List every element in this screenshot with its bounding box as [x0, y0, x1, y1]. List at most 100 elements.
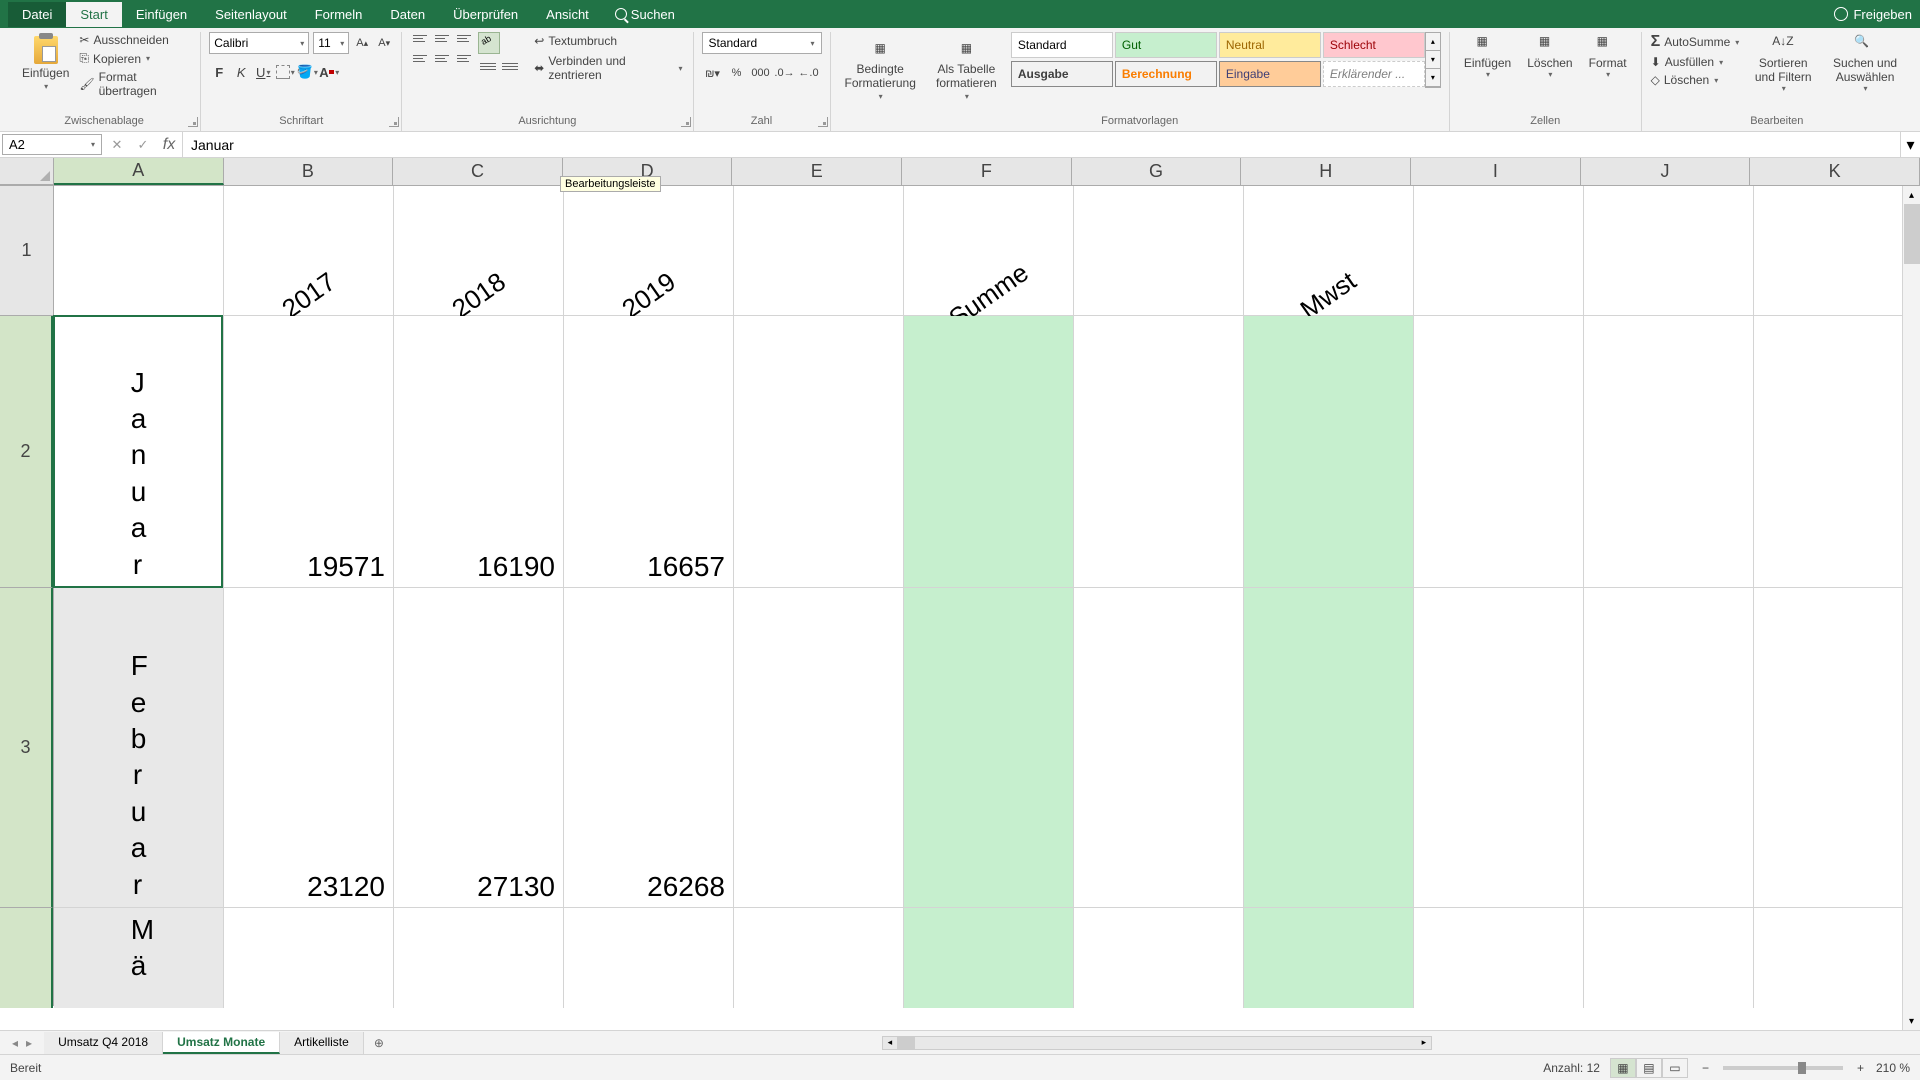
page-break-view-button[interactable]: ▭	[1662, 1058, 1688, 1078]
cell-i4[interactable]	[1414, 908, 1584, 1008]
col-header-f[interactable]: F	[902, 158, 1072, 185]
col-header-a[interactable]: A	[54, 158, 224, 185]
cell-d3[interactable]: 26268	[564, 588, 734, 908]
sheet-tab-artikelliste[interactable]: Artikelliste	[280, 1032, 364, 1054]
cell-k3[interactable]	[1754, 588, 1920, 908]
enter-formula-button[interactable]: ✓	[130, 137, 156, 153]
cell-c4[interactable]	[394, 908, 564, 1008]
merge-center-button[interactable]: ⬌Verbinden und zentrieren▾	[532, 52, 684, 84]
italic-button[interactable]: K	[231, 62, 251, 82]
cell-b1[interactable]: 2017	[224, 186, 394, 316]
cell-i2[interactable]	[1414, 316, 1584, 588]
cell-e1[interactable]	[734, 186, 904, 316]
normal-view-button[interactable]: ▦	[1610, 1058, 1636, 1078]
align-top-button[interactable]	[410, 32, 430, 50]
vertical-scrollbar[interactable]: ▴ ▾	[1902, 186, 1920, 1030]
hscroll-right-button[interactable]: ▸	[1417, 1037, 1431, 1049]
format-painter-button[interactable]: 🖌Format übertragen	[79, 69, 192, 99]
page-layout-view-button[interactable]: ▤	[1636, 1058, 1662, 1078]
cell-g1[interactable]	[1074, 186, 1244, 316]
cell-f1[interactable]: Summe	[904, 186, 1074, 316]
zoom-in-button[interactable]: +	[1853, 1061, 1868, 1075]
style-neutral[interactable]: Neutral	[1219, 32, 1321, 58]
style-berechnung[interactable]: Berechnung	[1115, 61, 1217, 87]
decrease-decimal-button[interactable]: ←.0	[798, 62, 820, 84]
scroll-up-button[interactable]: ▴	[1903, 186, 1920, 204]
format-as-table-button[interactable]: ▦ Als Tabelle formatieren▾	[926, 32, 1007, 105]
cell-k1[interactable]	[1754, 186, 1920, 316]
cell-c2[interactable]: 16190	[394, 316, 564, 588]
cell-j3[interactable]	[1584, 588, 1754, 908]
tab-seitenlayout[interactable]: Seitenlayout	[201, 2, 301, 27]
col-header-i[interactable]: I	[1411, 158, 1581, 185]
tab-einfuegen[interactable]: Einfügen	[122, 2, 201, 27]
percent-format-button[interactable]: %	[726, 62, 748, 84]
cell-a2[interactable]: Januar	[54, 316, 224, 588]
zoom-out-button[interactable]: −	[1698, 1061, 1713, 1075]
tab-ansicht[interactable]: Ansicht	[532, 2, 603, 27]
cell-k4[interactable]	[1754, 908, 1920, 1008]
autosum-button[interactable]: ΣAutoSumme▾	[1650, 32, 1741, 52]
style-eingabe[interactable]: Eingabe	[1219, 61, 1321, 87]
col-header-e[interactable]: E	[732, 158, 902, 185]
zoom-slider[interactable]	[1723, 1066, 1843, 1070]
cell-f4[interactable]	[904, 908, 1074, 1008]
expand-formula-bar-button[interactable]: ▾	[1900, 132, 1920, 157]
sheet-tab-umsatz-q4[interactable]: Umsatz Q4 2018	[44, 1032, 163, 1054]
align-bottom-button[interactable]	[454, 32, 474, 50]
cell-e2[interactable]	[734, 316, 904, 588]
formula-input[interactable]: Januar	[183, 132, 1900, 157]
tab-daten[interactable]: Daten	[376, 2, 439, 27]
number-format-dropdown[interactable]: Standard▾	[702, 32, 822, 54]
gallery-down-button[interactable]: ▾	[1426, 51, 1440, 69]
cell-c3[interactable]: 27130	[394, 588, 564, 908]
col-header-b[interactable]: B	[224, 158, 394, 185]
font-size-dropdown[interactable]: 11▾	[313, 32, 349, 54]
decrease-font-button[interactable]: A▾	[375, 33, 393, 53]
cell-j1[interactable]	[1584, 186, 1754, 316]
increase-indent-button[interactable]	[500, 56, 520, 76]
comma-format-button[interactable]: 000	[750, 62, 772, 84]
conditional-formatting-button[interactable]: ▦ Bedingte Formatierung▾	[839, 32, 922, 105]
dialog-launcher[interactable]	[681, 117, 691, 127]
cell-b3[interactable]: 23120	[224, 588, 394, 908]
tab-formeln[interactable]: Formeln	[301, 2, 377, 27]
font-name-dropdown[interactable]: Calibri▾	[209, 32, 309, 54]
increase-decimal-button[interactable]: .0→	[774, 62, 796, 84]
delete-cells-button[interactable]: ▦Löschen▾	[1521, 32, 1578, 81]
underline-button[interactable]: U▾	[253, 62, 273, 82]
cell-h3[interactable]	[1244, 588, 1414, 908]
wrap-text-button[interactable]: ↩Textumbruch	[532, 32, 684, 50]
style-gut[interactable]: Gut	[1115, 32, 1217, 58]
orientation-button[interactable]	[478, 32, 500, 54]
borders-button[interactable]: ▾	[275, 62, 295, 82]
find-select-button[interactable]: 🔍Suchen und Auswählen▾	[1826, 32, 1904, 95]
cells-area[interactable]: 2017 2018 2019 Summe Mwst Januar 19571 1…	[54, 186, 1920, 1006]
paste-button[interactable]: Einfügen ▾	[16, 32, 75, 95]
dialog-launcher[interactable]	[818, 117, 828, 127]
increase-font-button[interactable]: A▴	[353, 33, 371, 53]
style-ausgabe[interactable]: Ausgabe	[1011, 61, 1113, 87]
col-header-h[interactable]: H	[1241, 158, 1411, 185]
cell-j4[interactable]	[1584, 908, 1754, 1008]
tab-ueberpruefen[interactable]: Überprüfen	[439, 2, 532, 27]
cut-button[interactable]: ✂Ausschneiden	[79, 32, 192, 48]
fill-color-button[interactable]: 🪣▾	[297, 62, 317, 82]
cell-a4[interactable]: Mä	[54, 908, 224, 1008]
cell-c1[interactable]: 2018	[394, 186, 564, 316]
clear-button[interactable]: ◇Löschen▾	[1650, 72, 1741, 88]
style-schlecht[interactable]: Schlecht	[1323, 32, 1425, 58]
sheet-nav-last[interactable]: ▸	[26, 1036, 32, 1050]
tell-me-search[interactable]: Suchen	[615, 2, 675, 27]
select-all-corner[interactable]	[0, 158, 54, 185]
style-standard[interactable]: Standard	[1011, 32, 1113, 58]
decrease-indent-button[interactable]	[478, 56, 498, 76]
cell-b4[interactable]	[224, 908, 394, 1008]
gallery-up-button[interactable]: ▴	[1426, 33, 1440, 51]
cell-g4[interactable]	[1074, 908, 1244, 1008]
cell-b2[interactable]: 19571	[224, 316, 394, 588]
cell-i1[interactable]	[1414, 186, 1584, 316]
horizontal-scrollbar[interactable]: ◂ ▸	[394, 1036, 1920, 1050]
tab-start[interactable]: Start	[66, 2, 121, 27]
cell-g2[interactable]	[1074, 316, 1244, 588]
